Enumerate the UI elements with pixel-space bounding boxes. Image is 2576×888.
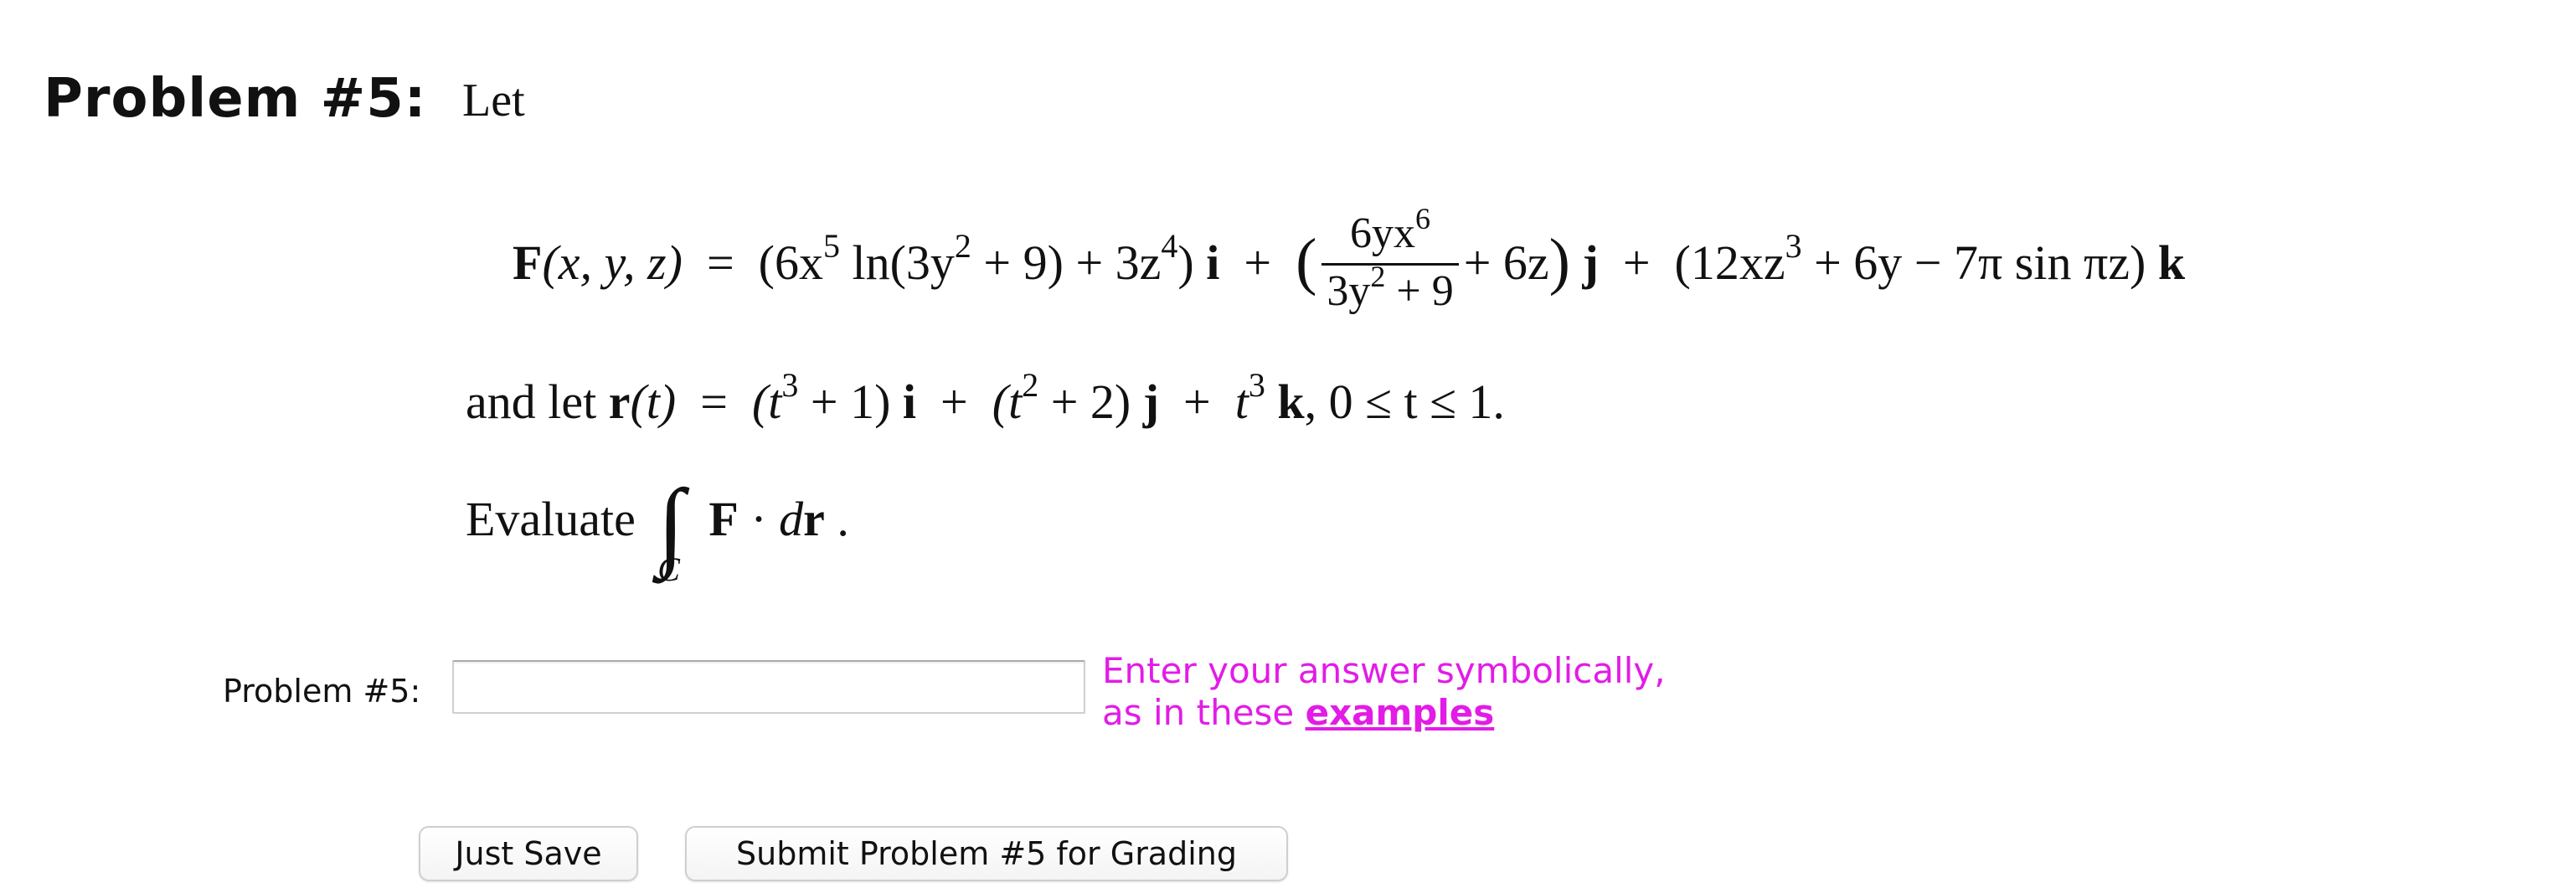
unit-vector-j: j	[1582, 235, 1599, 290]
part1-exp: 3	[781, 366, 799, 404]
path-equation: and let r(t) = (t3 + 1) i + (t2 + 2) j +…	[466, 366, 1505, 441]
field-symbol: F	[513, 235, 543, 290]
fraction-numerator: 6yx6	[1321, 202, 1459, 266]
unit-vector-k: k	[2157, 235, 2186, 290]
dot-product: ·	[750, 492, 767, 546]
fraction: 6yx6 3y2 + 9	[1321, 202, 1459, 321]
unit-vector-i: i	[902, 374, 917, 429]
part2-open: (t	[992, 374, 1023, 429]
problem-intro: Let	[462, 75, 525, 126]
i-exp1: 5	[822, 226, 840, 265]
integral-subscript: C	[657, 550, 680, 588]
i-component-mid: ln(3y	[839, 235, 955, 290]
part1-open: (t	[751, 374, 782, 429]
vector-field-equation: F(x, y, z) = (6x5 ln(3y2 + 9) + 3z4) i +…	[513, 202, 2186, 324]
i-component-open: (6x	[758, 235, 823, 290]
plus-sign: +	[1622, 235, 1651, 290]
close-paren: )	[1548, 225, 1570, 297]
evaluate-lead: Evaluate	[466, 492, 636, 546]
part3-exp: 3	[1248, 366, 1265, 404]
plus-sign: +	[1183, 374, 1211, 429]
hint-line-2: as in these examples	[1102, 692, 1495, 733]
part3-base: t	[1234, 374, 1249, 429]
unit-vector-j: j	[1142, 374, 1160, 429]
integral-sign: ∫	[657, 469, 685, 579]
period: .	[837, 492, 849, 546]
answer-row-label: Problem #5:	[223, 673, 421, 710]
fraction-denominator: 3y2 + 9	[1327, 260, 1454, 315]
part2-exp: 2	[1022, 366, 1039, 404]
i-exp2: 2	[954, 226, 971, 265]
i-component-mid2: + 9) + 3z	[971, 235, 1162, 290]
i-component-close: )	[1177, 235, 1194, 290]
examples-link[interactable]: examples	[1306, 692, 1495, 733]
path-r: r	[608, 374, 631, 429]
k-component-open: (12xz	[1674, 235, 1785, 290]
equals-sign: =	[700, 374, 728, 429]
hint-line-1: Enter your answer symbolically,	[1102, 650, 1666, 691]
part2-close: + 2)	[1038, 374, 1131, 429]
parameter-range: , 0 ≤ t ≤ 1.	[1304, 374, 1505, 429]
just-save-button[interactable]: Just Save	[419, 826, 638, 881]
answer-input[interactable]	[452, 660, 1085, 714]
part1-close: + 1)	[798, 374, 891, 429]
unit-vector-i: i	[1206, 235, 1220, 290]
field-args: (x, y, z)	[542, 235, 683, 290]
plus-sign: +	[940, 374, 968, 429]
open-paren: (	[1296, 225, 1317, 297]
submit-for-grading-button[interactable]: Submit Problem #5 for Grading	[685, 826, 1288, 881]
i-exp3: 4	[1161, 226, 1178, 265]
k-exp: 3	[1785, 226, 1802, 265]
answer-hint: Enter your answer symbolically, as in th…	[1102, 650, 1666, 734]
equals-sign: =	[706, 235, 734, 290]
problem-heading: Problem #5:	[44, 68, 427, 130]
integrand-F: F	[708, 492, 739, 546]
unit-vector-k: k	[1277, 374, 1305, 429]
path-lead: and let	[466, 374, 597, 429]
k-component-rest: + 6y − 7π sin πz)	[1801, 235, 2146, 290]
plus-sign: +	[1244, 235, 1272, 290]
j-tail: + 6z	[1463, 235, 1549, 290]
path-r-arg: (t)	[630, 374, 677, 429]
evaluate-line: Evaluate ∫C F · dr .	[466, 469, 849, 589]
differential-d: d	[779, 492, 804, 546]
differential-r: r	[803, 492, 825, 546]
